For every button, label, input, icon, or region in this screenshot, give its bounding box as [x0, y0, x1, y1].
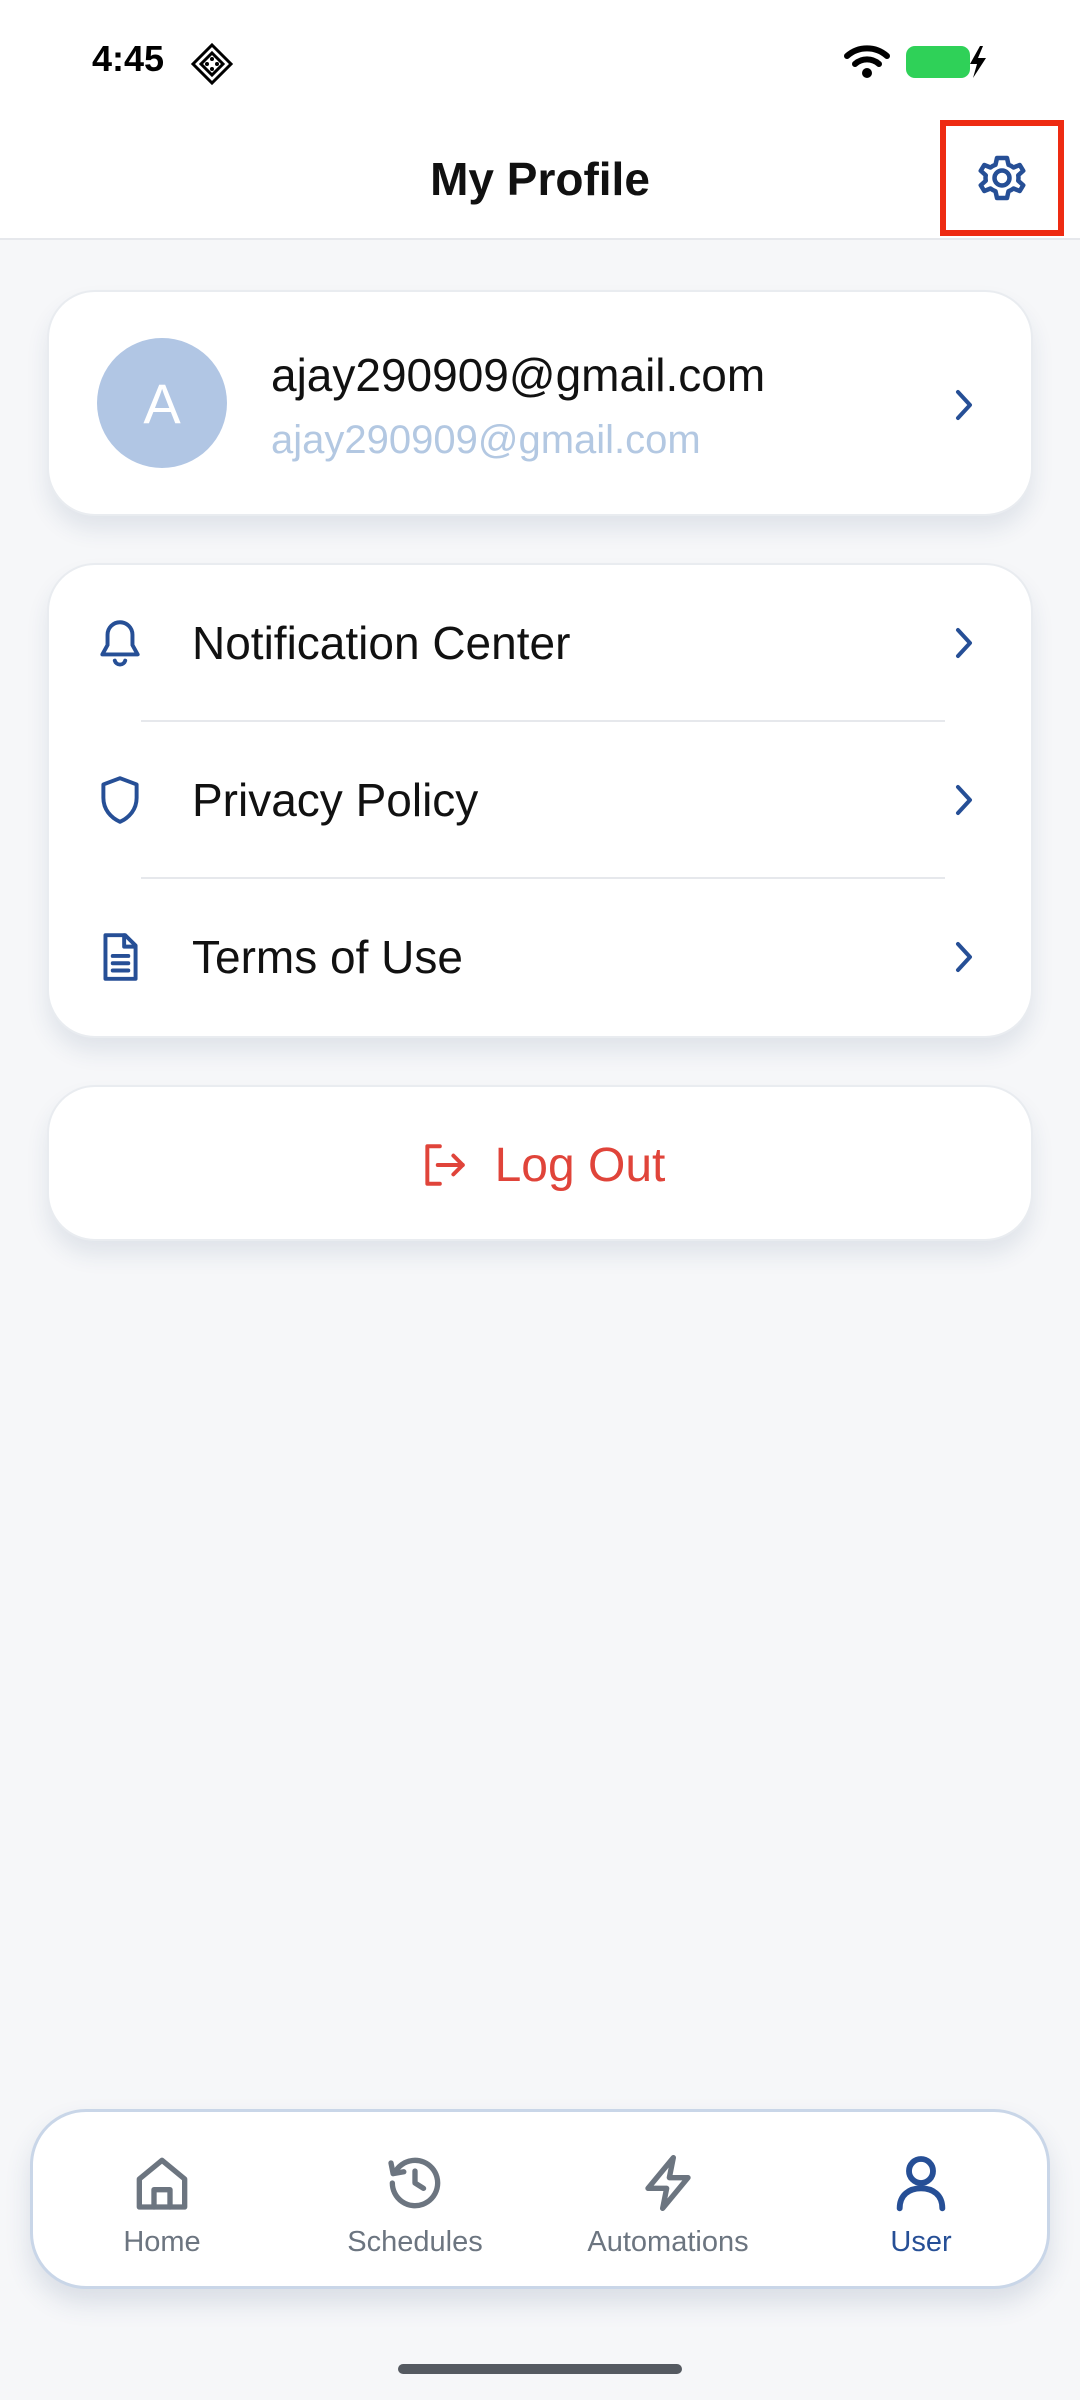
gear-icon — [978, 155, 1026, 201]
logout-content: Log Out — [49, 1087, 1035, 1243]
chevron-right-icon — [956, 628, 972, 658]
header: My Profile — [0, 120, 1080, 240]
profile-email: ajay290909@gmail.com — [271, 349, 766, 401]
settings-button[interactable] — [940, 120, 1064, 236]
tab-user[interactable]: User — [801, 2112, 1041, 2286]
tab-schedules[interactable]: Schedules — [295, 2112, 535, 2286]
tab-automations[interactable]: Automations — [548, 2112, 788, 2286]
diamond-grid-icon — [190, 42, 234, 86]
chevron-right-icon — [956, 390, 972, 420]
logout-button[interactable]: Log Out — [47, 1085, 1033, 1241]
page-title: My Profile — [430, 153, 650, 205]
profile-subtitle: ajay290909@gmail.com — [271, 418, 701, 462]
menu-item-label: Terms of Use — [192, 931, 463, 983]
tab-label: User — [890, 2226, 952, 2258]
menu-item-privacy-policy[interactable]: Privacy Policy — [49, 722, 1035, 878]
wifi-icon — [844, 45, 890, 78]
history-icon — [388, 2157, 441, 2209]
home-icon — [136, 2157, 188, 2210]
chevron-right-icon — [956, 942, 972, 972]
tab-home[interactable]: Home — [42, 2112, 282, 2286]
user-icon — [896, 2156, 946, 2212]
shield-icon — [101, 776, 139, 824]
battery-charging-icon — [906, 46, 986, 78]
tab-label: Schedules — [347, 2226, 483, 2258]
avatar: A — [97, 338, 227, 468]
chevron-right-icon — [956, 785, 972, 815]
status-time: 4:45 — [92, 38, 165, 79]
settings-menu: Notification Center Privacy Policy Terms… — [47, 563, 1033, 1038]
menu-item-label: Privacy Policy — [192, 774, 479, 826]
logout-icon — [424, 1144, 465, 1186]
bell-icon — [100, 620, 140, 667]
home-indicator — [398, 2364, 682, 2374]
profile-card[interactable]: A ajay290909@gmail.com ajay290909@gmail.… — [47, 290, 1033, 516]
menu-item-label: Notification Center — [192, 617, 571, 669]
document-icon — [103, 933, 138, 981]
logout-label: Log Out — [494, 1138, 666, 1192]
tab-label: Automations — [587, 2226, 749, 2258]
menu-item-notification-center[interactable]: Notification Center — [49, 565, 1035, 721]
tab-label: Home — [123, 2226, 201, 2258]
menu-item-terms-of-use[interactable]: Terms of Use — [49, 879, 1035, 1035]
bottom-tab-bar: Home Schedules Automations User — [30, 2109, 1050, 2289]
lightning-icon — [645, 2155, 691, 2211]
status-bar: 4:45 — [0, 0, 1080, 120]
